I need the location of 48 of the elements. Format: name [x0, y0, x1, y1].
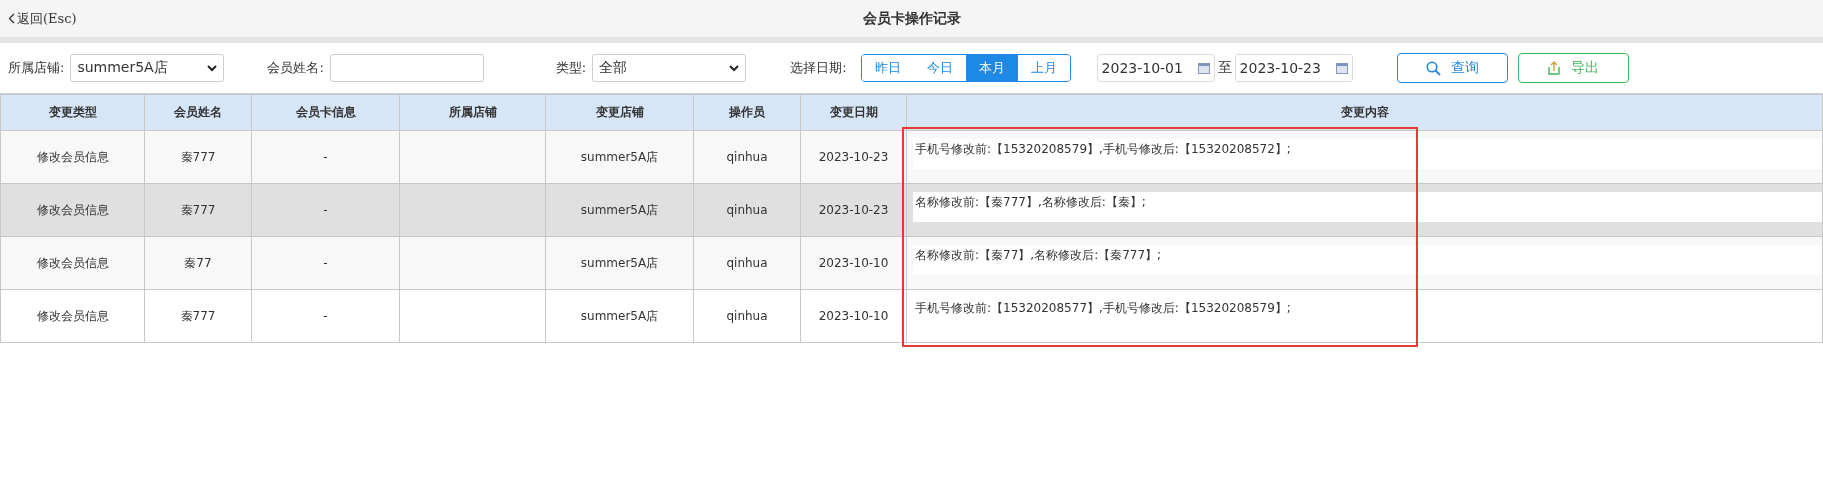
table-cell: 秦777 — [144, 183, 252, 237]
table-cell: summer5A店 — [545, 183, 694, 237]
name-label: 会员姓名: — [267, 59, 324, 77]
store-select[interactable]: summer5A店 — [70, 54, 225, 82]
table-cell: 秦77 — [144, 236, 252, 290]
table-cell: - — [251, 183, 400, 237]
table-cell: 2023-10-23 — [800, 183, 907, 237]
table-cell: - — [251, 289, 400, 343]
table-cell: 秦777 — [144, 130, 252, 184]
table-cell: qinhua — [693, 236, 801, 290]
table-cell: summer5A店 — [545, 236, 694, 290]
column-header: 变更日期 — [800, 94, 907, 131]
column-header: 操作员 — [693, 94, 801, 131]
column-header: 变更内容 — [906, 94, 1823, 131]
table-cell: 秦777 — [144, 289, 252, 343]
column-header: 会员卡信息 — [251, 94, 400, 131]
table-cell: - — [251, 130, 400, 184]
table-cell: qinhua — [693, 183, 801, 237]
column-header: 会员姓名 — [144, 94, 252, 131]
table-cell: qinhua — [693, 289, 801, 343]
change-content: 名称修改前:【秦77】,名称修改后:【秦777】; — [913, 245, 1822, 275]
table-cell: summer5A店 — [545, 289, 694, 343]
page-title: 会员卡操作记录 — [862, 9, 961, 26]
export-button[interactable]: 导出 — [1517, 53, 1629, 83]
table-cell: 修改会员信息 — [0, 130, 145, 184]
range-tab[interactable]: 本月 — [965, 55, 1018, 81]
back-link[interactable]: 返回(Esc) — [8, 9, 77, 28]
type-select[interactable]: 全部 — [592, 54, 747, 82]
date-label: 选择日期: — [790, 59, 847, 77]
table-cell: 修改会员信息 — [0, 289, 145, 343]
table-cell: qinhua — [693, 130, 801, 184]
table-cell: 修改会员信息 — [0, 183, 145, 237]
column-header: 变更店铺 — [545, 94, 694, 131]
type-label: 类型: — [555, 59, 587, 77]
store-label: 所属店铺: — [8, 59, 65, 77]
table-cell: - — [251, 236, 400, 290]
date-separator: 至 — [1217, 59, 1232, 77]
change-content: 手机号修改前:【15320208579】,手机号修改后:【15320208572】; — [913, 139, 1822, 169]
date-from-field[interactable]: 2023-10-01 — [1096, 54, 1215, 82]
table-cell: 2023-10-10 — [800, 236, 907, 290]
table-cell: summer5A店 — [545, 130, 694, 184]
table-cell: 修改会员信息 — [0, 236, 145, 290]
search-button[interactable]: 查询 — [1396, 53, 1508, 83]
column-header: 所属店铺 — [399, 94, 546, 131]
table-cell: 2023-10-23 — [800, 130, 907, 184]
column-header: 变更类型 — [0, 94, 145, 131]
date-to-field[interactable]: 2023-10-23 — [1234, 54, 1353, 82]
change-content: 名称修改前:【秦777】,名称修改后:【秦】; — [913, 192, 1822, 222]
